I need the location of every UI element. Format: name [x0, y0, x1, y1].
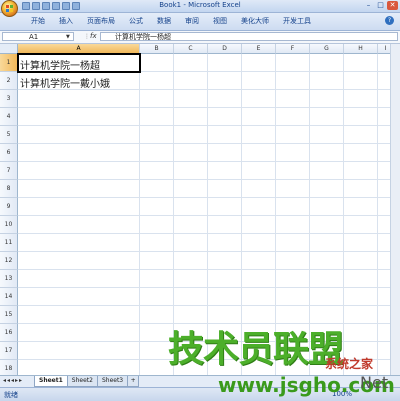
status-text: 就绪 [4, 391, 18, 399]
gridline-h [18, 179, 400, 180]
window-controls: – □ ✕ [363, 1, 398, 10]
row-header-5[interactable]: 5 [0, 126, 18, 144]
vertical-scrollbar[interactable] [390, 44, 400, 375]
row-header-4[interactable]: 4 [0, 108, 18, 126]
close-button[interactable]: ✕ [387, 1, 398, 10]
row-header-14[interactable]: 14 [0, 288, 18, 306]
gridline-h [18, 269, 400, 270]
name-box[interactable]: A1 [2, 32, 74, 41]
select-all-button[interactable] [0, 44, 18, 54]
sheet-nav-buttons[interactable]: ◂◂◂▸▸ [3, 377, 23, 384]
row-header-15[interactable]: 15 [0, 306, 18, 324]
gridline-h [18, 197, 400, 198]
row-header-13[interactable]: 13 [0, 270, 18, 288]
column-header-g[interactable]: G [310, 44, 344, 54]
tab-insert[interactable]: 插入 [52, 16, 80, 27]
tab-review[interactable]: 审阅 [178, 16, 206, 27]
row-header-17[interactable]: 17 [0, 342, 18, 360]
gridline-h [18, 305, 400, 306]
gridline-h [18, 251, 400, 252]
formula-bar: A1 ▼ ⋮ fx 计算机学院一杨超 [0, 31, 400, 44]
ribbon-tabs: 开始 插入 页面布局 公式 数据 审阅 视图 美化大师 开发工具 [24, 16, 318, 27]
formula-input[interactable]: 计算机学院一杨超 [100, 32, 398, 41]
gridline-h [18, 107, 400, 108]
insert-function-button[interactable]: fx [90, 32, 97, 40]
row-header-18[interactable]: 18 [0, 360, 18, 375]
tab-formulas[interactable]: 公式 [122, 16, 150, 27]
gridline-h [18, 233, 400, 234]
help-icon[interactable]: ? [385, 16, 394, 25]
sheet-tabs: Sheet1 Sheet2 Sheet3 + [34, 376, 140, 387]
watermark-net: Net [360, 373, 389, 392]
new-sheet-icon[interactable]: + [127, 376, 140, 387]
tab-sheet3[interactable]: Sheet3 [96, 376, 129, 387]
column-header-d[interactable]: D [208, 44, 242, 54]
row-header-10[interactable]: 10 [0, 216, 18, 234]
tab-sheet1[interactable]: Sheet1 [34, 376, 68, 387]
row-header-11[interactable]: 11 [0, 234, 18, 252]
column-header-f[interactable]: F [276, 44, 310, 54]
office-logo-icon [6, 5, 13, 12]
row-header-3[interactable]: 3 [0, 90, 18, 108]
cell-a2[interactable]: 计算机学院一戴小娥 [20, 75, 110, 90]
window-title: Book1 - Microsoft Excel [159, 1, 241, 9]
ribbon: 开始 插入 页面布局 公式 数据 审阅 视图 美化大师 开发工具 ? [0, 13, 400, 31]
row-header-6[interactable]: 6 [0, 144, 18, 162]
row-header-9[interactable]: 9 [0, 198, 18, 216]
row-header-7[interactable]: 7 [0, 162, 18, 180]
gridline-h [18, 161, 400, 162]
gridline-h [18, 143, 400, 144]
watermark-sub: 系统之家 [325, 357, 374, 371]
tab-sheet2[interactable]: Sheet2 [66, 376, 98, 387]
row-header-12[interactable]: 12 [0, 252, 18, 270]
column-header-b[interactable]: B [140, 44, 174, 54]
tab-page-layout[interactable]: 页面布局 [80, 16, 122, 27]
minimize-button[interactable]: – [363, 1, 374, 10]
tab-home[interactable]: 开始 [24, 16, 52, 27]
title-bar: Book1 - Microsoft Excel – □ ✕ [0, 0, 400, 13]
column-header-e[interactable]: E [242, 44, 276, 54]
row-header-1[interactable]: 1 [0, 54, 18, 72]
gridline-h [18, 125, 400, 126]
maximize-button[interactable]: □ [375, 1, 386, 10]
office-button[interactable] [1, 0, 18, 17]
cell-selection [17, 53, 141, 73]
chevron-down-icon[interactable]: ▼ [66, 34, 70, 40]
row-header-16[interactable]: 16 [0, 324, 18, 342]
gridline-h [18, 287, 400, 288]
tab-data[interactable]: 数据 [150, 16, 178, 27]
row-header-8[interactable]: 8 [0, 180, 18, 198]
tab-developer[interactable]: 开发工具 [276, 16, 318, 27]
tab-view[interactable]: 视图 [206, 16, 234, 27]
column-header-h[interactable]: H [344, 44, 378, 54]
tab-beautify[interactable]: 美化大师 [234, 16, 276, 27]
column-header-c[interactable]: C [174, 44, 208, 54]
watermark-main: 技术员联盟 [168, 329, 344, 370]
row-header-2[interactable]: 2 [0, 72, 18, 90]
gridline-h [18, 215, 400, 216]
